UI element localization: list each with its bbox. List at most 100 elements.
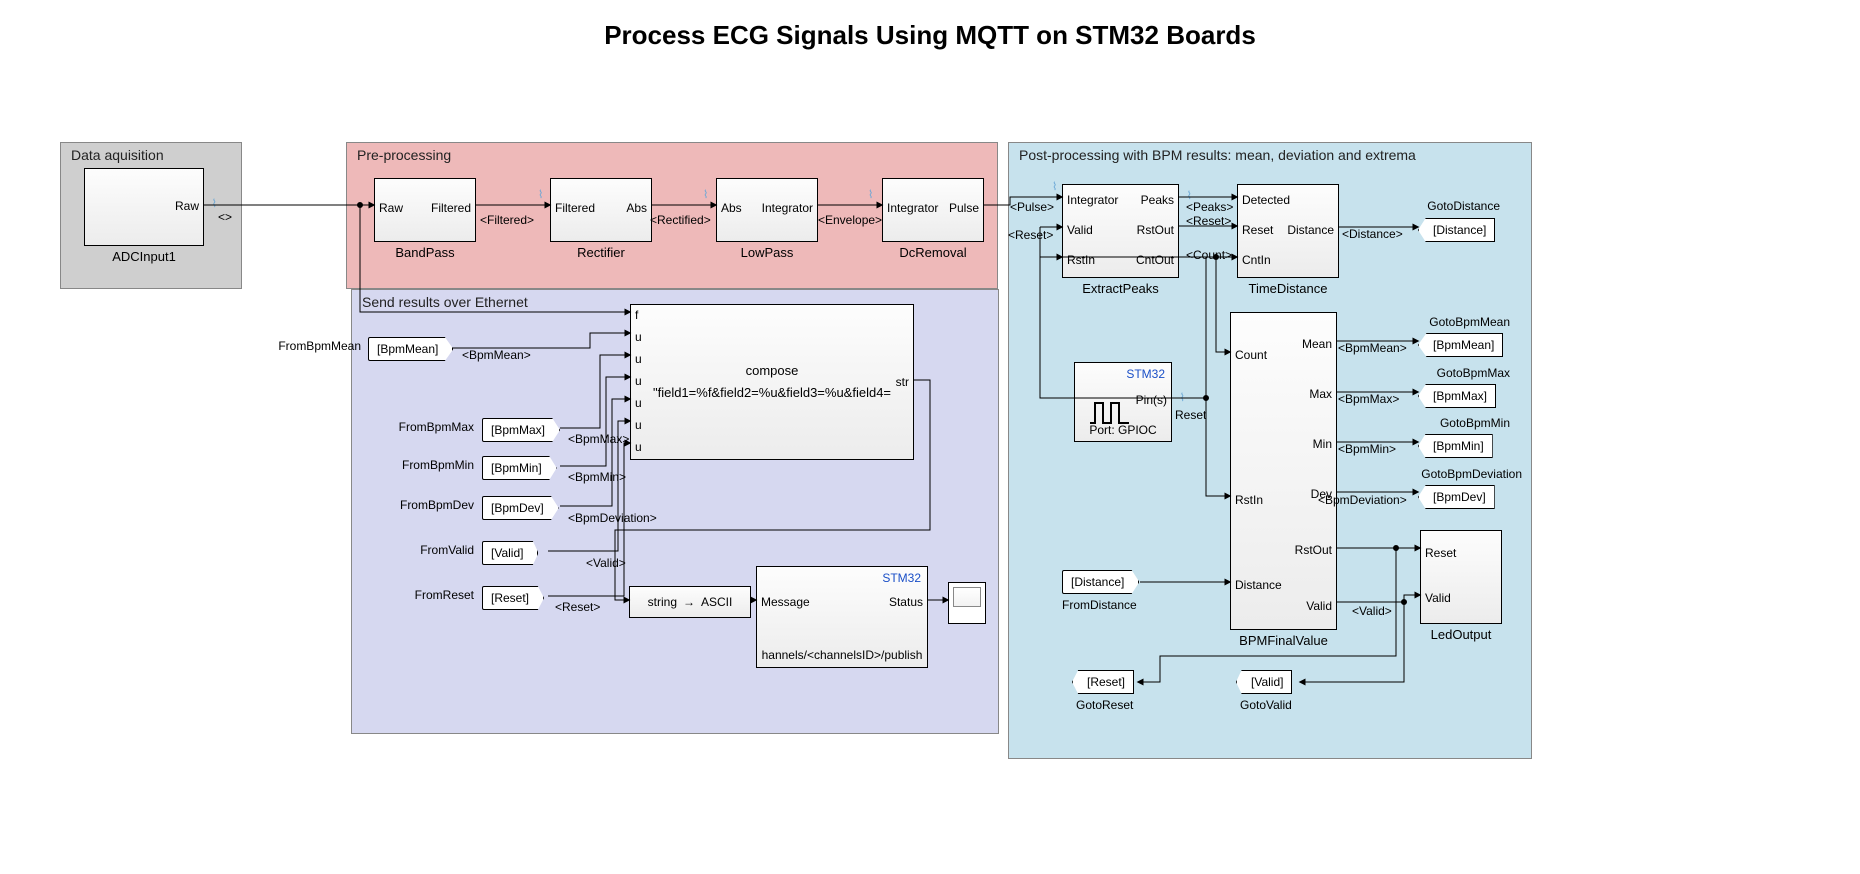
compose-text: compose bbox=[631, 363, 913, 378]
from-tag-bpmmin[interactable]: [BpmMin] bbox=[482, 456, 557, 480]
signal-label: <BpmMax> bbox=[568, 432, 629, 446]
from-tag-bpmdev[interactable]: [BpmDev] bbox=[482, 496, 559, 520]
signal-logging-icon: ⌇ bbox=[703, 188, 708, 201]
from-ext-label: FromBpmMax bbox=[392, 420, 474, 434]
block-label: ADCInput1 bbox=[85, 245, 203, 264]
from-tag-valid[interactable]: [Valid] bbox=[482, 541, 538, 565]
port: f bbox=[635, 308, 638, 322]
port: Message bbox=[761, 595, 810, 609]
str2ascii-to: ASCII bbox=[701, 595, 732, 609]
goto-tag-distance[interactable]: [Distance] bbox=[1418, 218, 1495, 242]
signal-label: <Envelope> bbox=[818, 213, 882, 227]
port: RstOut bbox=[1137, 223, 1174, 237]
mqtt-topic: hannels/<channelsID>/publish bbox=[757, 648, 927, 662]
compose-format-string: "field1=%f&field2=%u&field3=%u&field4= bbox=[631, 385, 913, 400]
port: u bbox=[635, 440, 642, 454]
diagram-title: Process ECG Signals Using MQTT on STM32 … bbox=[0, 20, 1860, 51]
port: RstOut bbox=[1295, 543, 1332, 557]
area-label: Pre-processing bbox=[357, 147, 451, 163]
goto-ext-label: GotoReset bbox=[1076, 698, 1133, 712]
block-label: DcRemoval bbox=[883, 241, 983, 260]
signal-logging-icon: ⌇ bbox=[868, 188, 873, 201]
signal-label: <Peaks> bbox=[1186, 200, 1233, 214]
block-scope[interactable] bbox=[948, 582, 986, 624]
block-mqtt-publish[interactable]: STM32 Message Status hannels/<channelsID… bbox=[756, 566, 928, 668]
port: Valid bbox=[1425, 591, 1451, 605]
port: Max bbox=[1309, 387, 1332, 401]
goto-tag-bpmmean[interactable]: [BpmMean] bbox=[1418, 333, 1503, 357]
port: CntIn bbox=[1242, 253, 1271, 267]
signal-label: <BpmMax> bbox=[1338, 392, 1399, 406]
signal-label: <Filtered> bbox=[480, 213, 534, 227]
block-time-distance[interactable]: Detected Reset CntIn Distance TimeDistan… bbox=[1237, 184, 1339, 278]
signal-label: <Reset> bbox=[1008, 228, 1053, 242]
block-string-to-ascii[interactable]: string → ASCII bbox=[629, 586, 751, 618]
port: RstIn bbox=[1067, 253, 1095, 267]
goto-ext-label: GotoDistance bbox=[1400, 199, 1500, 213]
goto-tag-bpmmax[interactable]: [BpmMax] bbox=[1418, 384, 1496, 408]
block-label: LedOutput bbox=[1421, 623, 1501, 642]
arrow-icon: → bbox=[683, 595, 695, 609]
port: Distance bbox=[1287, 223, 1334, 237]
block-lowpass[interactable]: Abs Integrator LowPass bbox=[716, 178, 818, 242]
block-bandpass[interactable]: Raw Filtered BandPass bbox=[374, 178, 476, 242]
port: Peaks bbox=[1141, 193, 1174, 207]
from-ext-label: FromBpmDev bbox=[392, 498, 474, 512]
from-tag-bpmmax[interactable]: [BpmMax] bbox=[482, 418, 560, 442]
port: Reset bbox=[1425, 546, 1456, 560]
port: Raw bbox=[379, 201, 403, 215]
block-dcremoval[interactable]: Integrator Pulse DcRemoval bbox=[882, 178, 984, 242]
block-extract-peaks[interactable]: Integrator Valid RstIn Peaks RstOut CntO… bbox=[1062, 184, 1179, 278]
port: Mean bbox=[1302, 337, 1332, 351]
from-ext-label: FromValid bbox=[406, 543, 474, 557]
block-label: ExtractPeaks bbox=[1063, 277, 1178, 296]
area-label: Data aquisition bbox=[71, 147, 164, 163]
block-label: Rectifier bbox=[551, 241, 651, 260]
block-led-output[interactable]: Reset Valid LedOutput bbox=[1420, 530, 1502, 624]
signal-label: <Valid> bbox=[1352, 604, 1392, 618]
block-compose[interactable]: f u u u u u u str compose "field1=%f&fie… bbox=[630, 304, 914, 460]
from-tag-bpmmean[interactable]: [BpmMean] bbox=[368, 337, 453, 361]
port: Reset bbox=[1242, 223, 1273, 237]
port: Pulse bbox=[949, 201, 979, 215]
area-label: Post-processing with BPM results: mean, … bbox=[1019, 147, 1416, 163]
port: CntOut bbox=[1136, 253, 1174, 267]
signal-label: <Distance> bbox=[1342, 227, 1403, 241]
from-tag-reset[interactable]: [Reset] bbox=[482, 586, 544, 610]
port: Integrator bbox=[1067, 193, 1118, 207]
signal-label: <Pulse> bbox=[1010, 200, 1054, 214]
port: u bbox=[635, 418, 642, 432]
signal-label: <BpmMin> bbox=[568, 470, 626, 484]
port: Abs bbox=[626, 201, 647, 215]
signal-label: <BpmDeviation> bbox=[1318, 493, 1407, 507]
goto-ext-label: GotoBpmDeviation bbox=[1392, 467, 1522, 481]
port: Valid bbox=[1067, 223, 1093, 237]
goto-ext-label: GotoValid bbox=[1240, 698, 1292, 712]
signal-label: <Rectified> bbox=[650, 213, 711, 227]
goto-tag-bpmdev[interactable]: [BpmDev] bbox=[1418, 485, 1495, 509]
signal-label: <> bbox=[218, 210, 232, 224]
block-bpm-final-value[interactable]: Count RstIn Distance Mean Max Min Dev Rs… bbox=[1230, 312, 1337, 630]
block-adc-input[interactable]: Raw ⌇ ADCInput1 bbox=[84, 168, 204, 246]
signal-label: <Reset> bbox=[1186, 214, 1231, 228]
block-label: LowPass bbox=[717, 241, 817, 260]
block-rectifier[interactable]: Filtered Abs Rectifier bbox=[550, 178, 652, 242]
goto-tag-valid[interactable]: [Valid] bbox=[1236, 670, 1292, 694]
block-gpio[interactable]: STM32 Pin(s) ⌇ Port: GPIOC bbox=[1074, 362, 1172, 442]
goto-tag-bpmmin[interactable]: [BpmMin] bbox=[1418, 434, 1493, 458]
block-label: TimeDistance bbox=[1238, 277, 1338, 296]
block-label: BPMFinalValue bbox=[1231, 629, 1336, 648]
signal-label: <Count> bbox=[1186, 248, 1232, 262]
port: Distance bbox=[1235, 578, 1282, 592]
goto-tag-reset[interactable]: [Reset] bbox=[1072, 670, 1134, 694]
from-tag-distance[interactable]: [Distance] bbox=[1062, 570, 1139, 594]
signal-label: <BpmMin> bbox=[1338, 442, 1396, 456]
port: Valid bbox=[1306, 599, 1332, 613]
port: Abs bbox=[721, 201, 742, 215]
port: Status bbox=[889, 595, 923, 609]
signal-logging-icon: ⌇ bbox=[212, 197, 217, 210]
from-ext-label: FromBpmMean bbox=[267, 339, 361, 353]
port: Min bbox=[1313, 437, 1332, 451]
signal-label: Reset bbox=[1175, 408, 1206, 422]
port: Filtered bbox=[431, 201, 471, 215]
